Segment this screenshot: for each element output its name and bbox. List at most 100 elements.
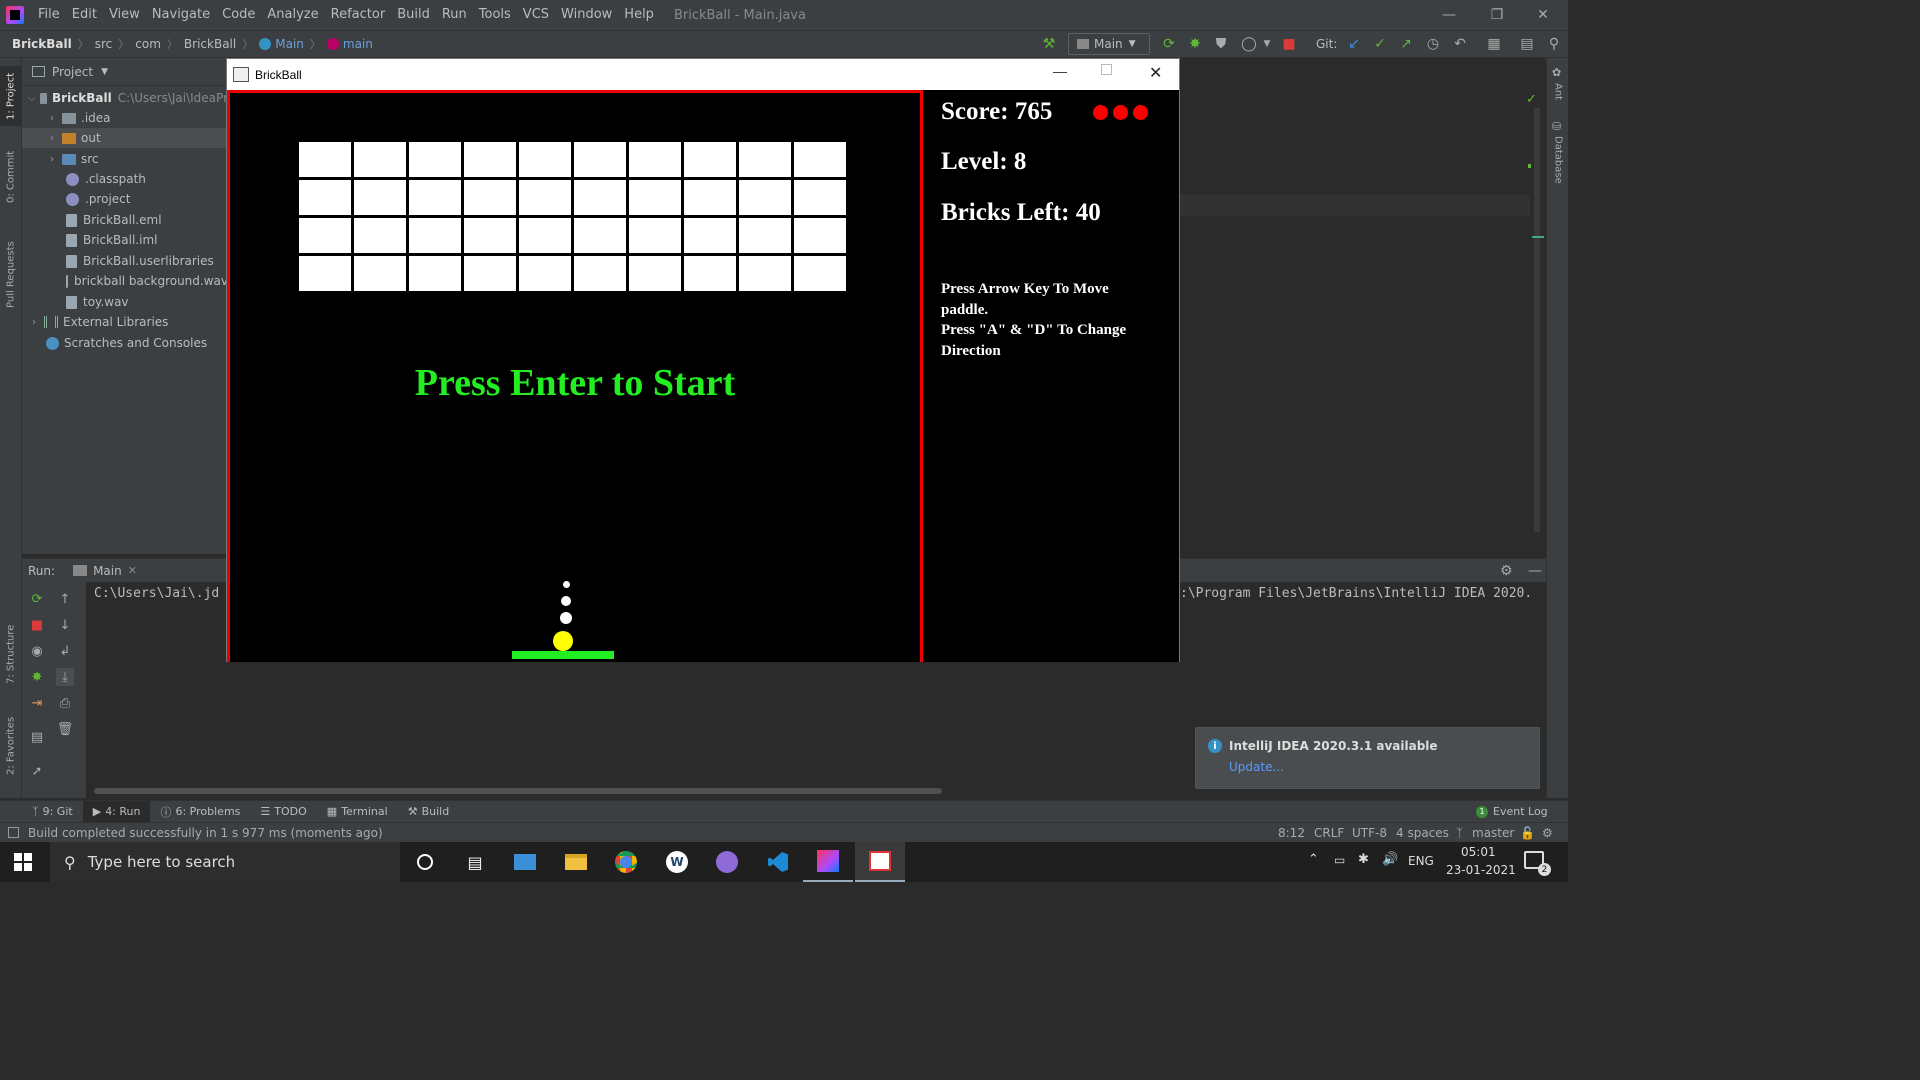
git-update-icon[interactable]: ↙ [1345,35,1363,53]
clock-date[interactable]: 23-01-2021 [1446,863,1516,877]
hide-panel-icon[interactable]: — [1528,563,1542,579]
editor-scrollbar[interactable] [1534,108,1540,532]
editor-area[interactable]: ✓ [1180,58,1546,554]
project-panel-title[interactable]: Project [52,65,93,79]
chevron-right-icon[interactable]: › [28,317,40,328]
paddle[interactable] [512,651,614,659]
run-tab-main[interactable]: Main [93,564,122,578]
chevron-down-icon[interactable]: ▼ [101,67,108,77]
tab-problems[interactable]: ⓘ 6: Problems [150,804,250,820]
project-structure-icon[interactable]: ▦ [1485,35,1503,53]
tree-item-userlibraries[interactable]: BrickBall.userlibraries [22,251,228,271]
breadcrumb-main-method[interactable]: main [343,37,373,51]
menu-run[interactable]: Run [436,0,473,30]
soft-wrap-icon[interactable]: ↲ [56,642,74,660]
history-icon[interactable]: ◷ [1424,35,1442,53]
menu-build[interactable]: Build [391,0,436,30]
menu-window[interactable]: Window [555,0,618,30]
chevron-down-icon[interactable]: ⌵ [28,93,36,104]
file-explorer-icon[interactable] [551,842,601,882]
exit-icon[interactable]: ⇥ [28,694,46,712]
menu-vcs[interactable]: VCS [517,0,555,30]
chevron-right-icon[interactable]: › [46,113,58,124]
breadcrumb-project[interactable]: BrickBall [12,37,72,51]
vscode-icon[interactable] [753,842,803,882]
minimize-icon[interactable]: — [1053,63,1067,79]
git-commit-icon[interactable]: ✓ [1371,35,1389,53]
wifi-icon[interactable]: ✱ [1358,852,1369,867]
print-icon[interactable]: ⎙ [56,694,74,712]
menu-analyze[interactable]: Analyze [261,0,324,30]
layout-icon[interactable]: ▤ [1518,35,1536,53]
settings-gear-icon[interactable]: ⚙ [1500,563,1513,579]
github-icon[interactable] [702,842,752,882]
java-app-icon[interactable] [855,842,905,882]
restore-icon[interactable]: ❐ [1474,0,1520,30]
menu-tools[interactable]: Tools [473,0,517,30]
debug-icon[interactable]: ✸ [28,668,46,686]
menu-code[interactable]: Code [216,0,261,30]
indent-setting[interactable]: 4 spaces [1396,826,1449,840]
coverage-icon[interactable]: ⛊ [1212,35,1230,53]
close-icon[interactable]: ✕ [1149,63,1162,83]
tab-project[interactable]: 1: Project [0,66,22,126]
clock-time[interactable]: 05:01 [1461,845,1496,859]
cursor-position[interactable]: 8:12 [1278,826,1305,840]
chevron-right-icon[interactable]: › [46,133,58,144]
menu-view[interactable]: View [103,0,146,30]
tree-item-external-libraries[interactable]: › External Libraries [22,312,228,332]
taskbar-search-box[interactable]: ⚲ Type here to search [50,842,400,882]
tree-item-iml[interactable]: BrickBall.iml [22,230,228,250]
tab-git[interactable]: ᛉ 9: Git [22,805,83,818]
tab-ant[interactable]: Ant [1547,80,1569,104]
computer-app-icon[interactable] [500,842,550,882]
rerun-icon[interactable]: ⟳ [1160,35,1178,53]
tab-database[interactable]: Database [1547,134,1569,186]
camera-icon[interactable]: ◉ [28,642,46,660]
game-board[interactable]: Press Enter to Start [227,90,923,662]
search-icon[interactable]: ⚲ [1545,35,1563,53]
tree-item-toy-wav[interactable]: toy.wav [22,292,228,312]
menu-file[interactable]: File [32,0,66,30]
menu-navigate[interactable]: Navigate [146,0,216,30]
pin-icon[interactable]: ➚ [28,762,46,780]
chrome-icon[interactable] [601,842,651,882]
menu-edit[interactable]: Edit [66,0,103,30]
inspector-icon[interactable]: ⚙ [1542,826,1553,840]
build-hammer-icon[interactable]: ⚒ [1040,35,1058,53]
close-icon[interactable]: ✕ [1520,0,1566,30]
tab-structure[interactable]: 7: Structure [0,616,22,692]
lock-icon[interactable]: 🔓 [1520,826,1535,840]
line-separator[interactable]: CRLF [1314,826,1344,840]
console-scrollbar[interactable] [94,788,942,794]
tree-item-src[interactable]: › src [22,149,228,169]
arrow-down-icon[interactable]: ↓ [56,616,74,634]
menu-refactor[interactable]: Refactor [325,0,392,30]
panel-toggle-icon[interactable] [8,827,19,838]
language-indicator[interactable]: ENG [1408,854,1434,868]
tree-item-classpath[interactable]: .classpath [22,169,228,189]
breadcrumb-com[interactable]: com [135,37,161,51]
tab-run[interactable]: ▶ 4: Run [82,800,151,823]
tab-terminal[interactable]: ▦ Terminal [317,805,398,818]
git-push-icon[interactable]: ↗ [1397,35,1415,53]
breadcrumb-main-class[interactable]: Main [275,37,304,51]
tray-chevron-icon[interactable]: ⌃ [1308,852,1319,867]
intellij-taskbar-icon[interactable] [803,842,853,882]
debug-icon[interactable]: ✸ [1186,35,1204,53]
event-log-button[interactable]: 1 Event Log [1466,805,1558,818]
minimize-icon[interactable]: — [1426,0,1472,30]
tree-item-module[interactable]: ⌵ BrickBall C:\Users\Jai\IdeaPr [22,88,228,108]
task-view-icon[interactable]: ▤ [450,842,500,882]
update-link[interactable]: Update... [1229,760,1284,774]
rollback-icon[interactable]: ↶ [1451,35,1469,53]
tab-pull-requests[interactable]: Pull Requests [0,230,22,320]
git-branch[interactable]: master [1472,826,1514,840]
run-config-select[interactable]: Main ▼ [1068,33,1150,55]
tree-item-out[interactable]: › out [22,128,228,148]
file-encoding[interactable]: UTF-8 [1352,826,1387,840]
layout-icon[interactable]: ▤ [28,728,46,746]
brickball-title-bar[interactable]: BrickBall — ✕ [227,59,1179,90]
close-tab-icon[interactable]: ✕ [128,564,137,577]
tree-item-scratches[interactable]: Scratches and Consoles [22,333,228,353]
